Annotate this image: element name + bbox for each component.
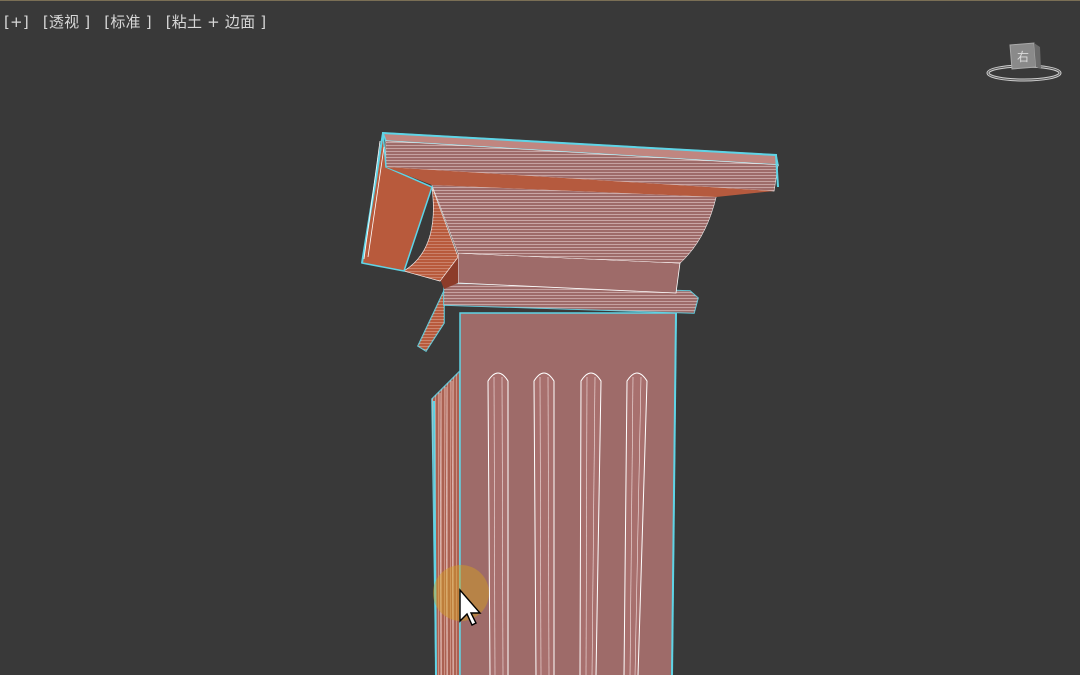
viewcube-face-label: 右 xyxy=(1017,49,1029,64)
column-model[interactable] xyxy=(0,1,1080,675)
viewcube-icon[interactable]: 右 xyxy=(986,39,1062,87)
mouse-cursor xyxy=(433,563,493,627)
perspective-viewport[interactable]: [+] [透视 ] [标准 ] [粘土 + 边面 ] 右 xyxy=(0,0,1080,675)
